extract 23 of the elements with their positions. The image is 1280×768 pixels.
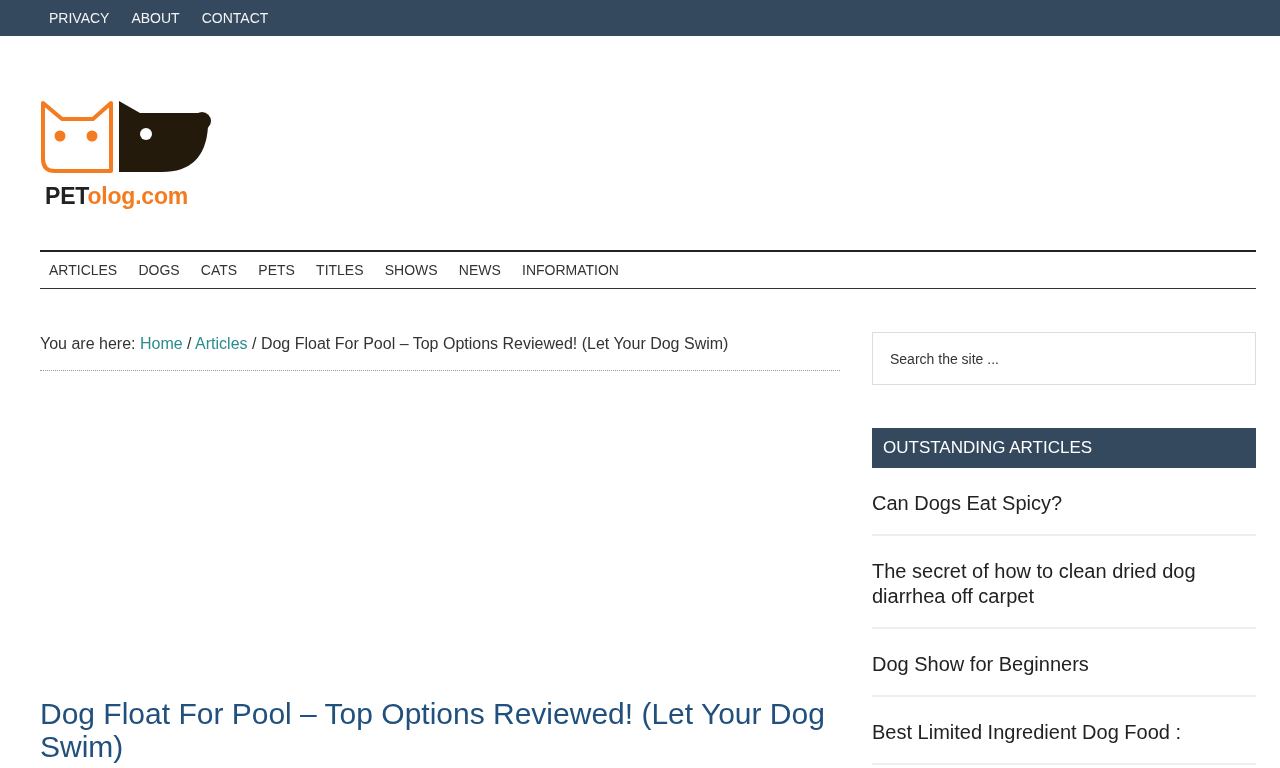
nav-link[interactable]: NEWS (448, 252, 512, 288)
article-link[interactable]: Can Dogs Eat Spicy? (872, 491, 1063, 516)
breadcrumb-link[interactable]: Articles (195, 335, 248, 352)
nav-link[interactable]: ARTICLES (40, 252, 128, 288)
article-link[interactable]: Dog Show for Beginners (872, 652, 1089, 677)
cat-and-dog-logo-icon (40, 100, 212, 175)
nav-link[interactable]: DOGS (127, 252, 191, 288)
top-nav-link[interactable]: PRIVACY (38, 0, 121, 36)
top-nav-link[interactable]: ABOUT (120, 0, 191, 36)
article-link[interactable]: The secret of how to clean dried dog diarrhea off carpet (872, 559, 1256, 609)
logo-text: PETolog.com (45, 183, 189, 209)
article-title: Dog Float For Pool – Top Options Reviewed! (Let Your Dog Swim) (40, 697, 826, 763)
breadcrumb-link[interactable]: Home (139, 335, 183, 352)
breadcrumb: You are here: Home / Articles / Dog Float For Pool – Top Options Reviewed! (Let Your Dog Swim) (40, 332, 840, 371)
nav-link[interactable]: PETS (247, 252, 306, 288)
article-link[interactable]: Best Limited Ingredient Dog Food : (872, 720, 1182, 745)
nav-link[interactable]: INFORMATION (511, 252, 630, 288)
nav-link[interactable]: SHOWS (374, 252, 449, 288)
nav-link[interactable]: TITLES (305, 252, 375, 288)
search-field[interactable]: Search the site ... (872, 332, 1256, 385)
top-nav-link[interactable]: CONTACT (190, 0, 280, 36)
nav-link[interactable]: CATS (190, 252, 248, 288)
widget-header: OUTSTANDING ARTICLES (872, 428, 1256, 468)
